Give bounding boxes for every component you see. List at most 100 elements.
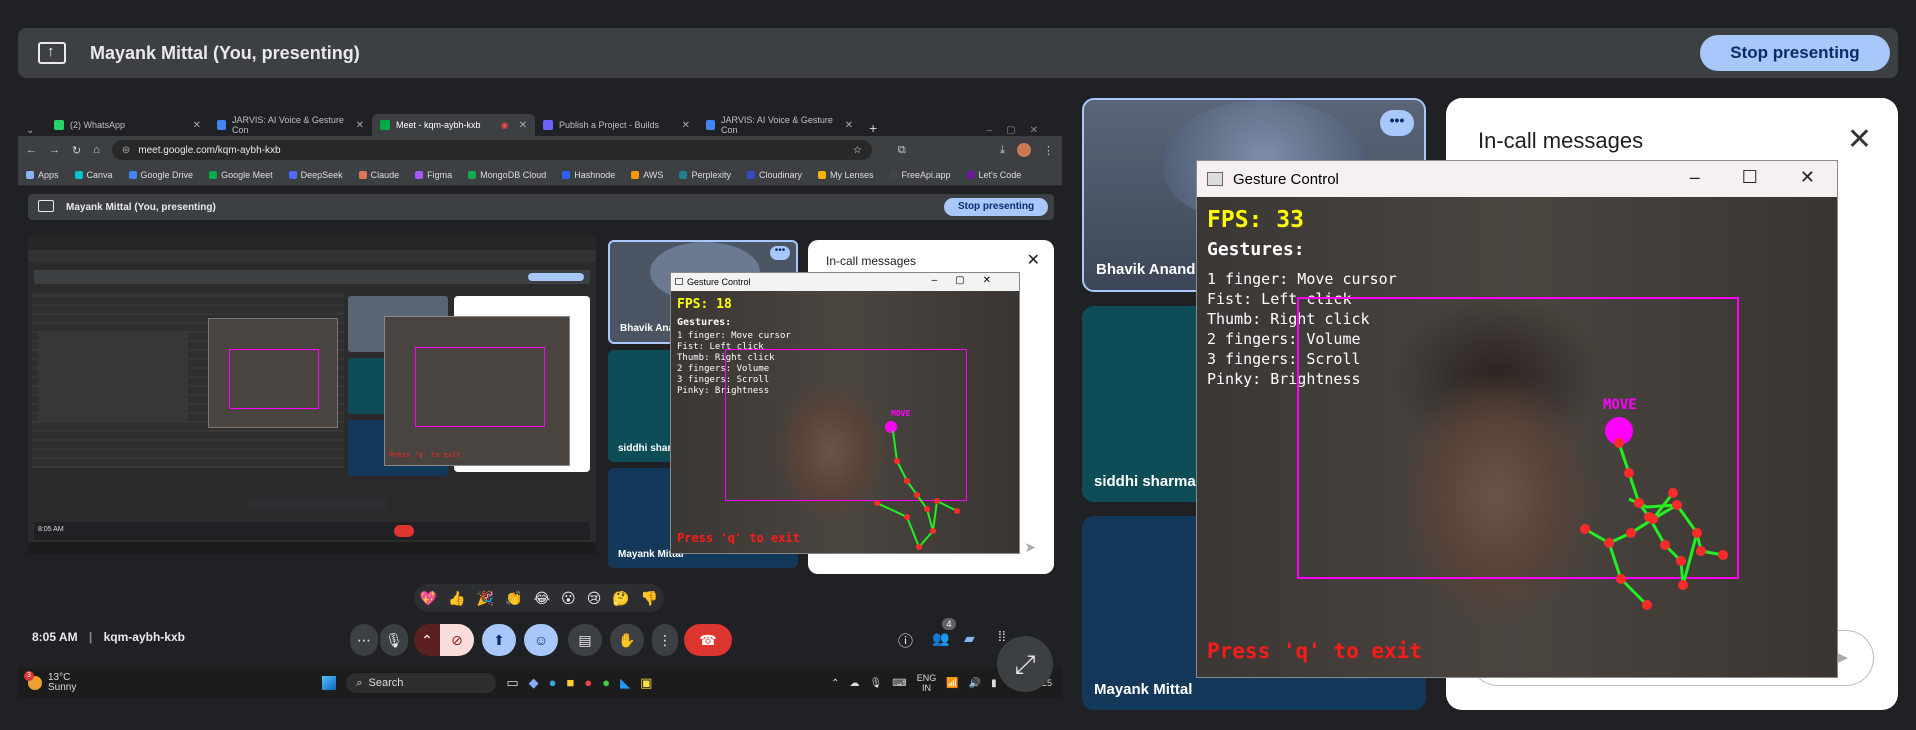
extensions-icon[interactable]: ⧉ bbox=[898, 144, 906, 157]
browser-tab[interactable]: JARVIS: AI Voice & Gesture Con ✕ bbox=[698, 114, 861, 136]
more-options-button[interactable]: ⋮ bbox=[652, 624, 678, 656]
weather-icon[interactable]: 3 bbox=[24, 671, 42, 690]
camera-options-button[interactable]: ⌃ bbox=[414, 624, 440, 656]
end-call-button[interactable]: ☎ bbox=[684, 624, 732, 656]
bookmark-item[interactable]: FreeApi.app bbox=[889, 170, 951, 180]
home-icon[interactable]: ⌂ bbox=[93, 144, 100, 156]
copilot-icon[interactable]: ◆ bbox=[529, 675, 539, 691]
camera-toggle-button[interactable]: ⊘ bbox=[440, 624, 474, 656]
more-options-icon[interactable]: ••• bbox=[770, 246, 790, 260]
back-icon[interactable]: ← bbox=[26, 144, 37, 156]
cloud-icon[interactable]: ☁ bbox=[850, 678, 860, 689]
profile-avatar[interactable] bbox=[1017, 143, 1031, 157]
reload-icon[interactable]: ↻ bbox=[72, 144, 81, 157]
folder-icon[interactable]: ■ bbox=[567, 675, 575, 691]
browser-tab[interactable]: Publish a Project - Builds ✕ bbox=[535, 114, 698, 136]
battery-icon[interactable]: ▮ bbox=[991, 678, 997, 689]
close-icon[interactable]: ✕ bbox=[682, 120, 690, 131]
mic-button[interactable]: 🎙 bbox=[380, 624, 408, 656]
present-button[interactable]: ⬆ bbox=[482, 624, 516, 656]
language-indicator[interactable]: ENG IN bbox=[917, 673, 937, 693]
edge-icon[interactable]: ● bbox=[549, 675, 557, 691]
close-icon[interactable]: ✕ bbox=[356, 120, 364, 131]
tab-search-icon[interactable]: ⌄ bbox=[26, 125, 46, 136]
captions-button[interactable]: ▤ bbox=[568, 624, 602, 656]
browser-tab[interactable]: JARVIS: AI Voice & Gesture Con ✕ bbox=[209, 114, 372, 136]
bookmark-item[interactable]: Perplexity bbox=[679, 170, 731, 180]
minimize-icon[interactable]: – bbox=[1690, 167, 1700, 188]
raise-hand-button[interactable]: ✋ bbox=[610, 624, 644, 656]
people-icon[interactable]: 👥 bbox=[932, 630, 949, 647]
close-icon[interactable]: ✕ bbox=[845, 120, 853, 131]
chevron-up-icon[interactable]: ⌃ bbox=[831, 678, 839, 689]
keyboard-icon[interactable]: ⌨ bbox=[892, 678, 906, 689]
volume-icon[interactable]: 🔊 bbox=[969, 678, 981, 689]
address-input[interactable]: ⊜ meet.google.com/kqm-aybh-kxb ☆ bbox=[111, 140, 872, 160]
chat-icon[interactable]: ▰ bbox=[964, 630, 975, 647]
bookmark-item[interactable]: Figma bbox=[415, 170, 452, 180]
bookmark-item[interactable]: Google Meet bbox=[209, 170, 273, 180]
gesture-control-window[interactable]: Gesture Control – ☐ ✕ FPS: 33 Gestures: … bbox=[1196, 160, 1838, 678]
new-tab-icon[interactable]: + bbox=[869, 120, 877, 136]
windows-start-icon[interactable] bbox=[322, 676, 337, 690]
emoji-reaction-button[interactable]: 🎉 bbox=[477, 590, 494, 607]
stop-presenting-button[interactable]: Stop presenting bbox=[1700, 35, 1890, 71]
activities-icon[interactable]: ⁞⁞ bbox=[998, 628, 1006, 644]
bookmark-item[interactable]: Canva bbox=[74, 170, 113, 180]
close-icon[interactable]: ✕ bbox=[1027, 250, 1040, 270]
wifi-icon[interactable]: 📶 bbox=[946, 678, 958, 689]
forward-icon[interactable]: → bbox=[49, 144, 60, 156]
recursive-press-q: Press 'q' to exit bbox=[389, 451, 461, 459]
emoji-reaction-button[interactable]: 👍 bbox=[448, 590, 465, 607]
emoji-reaction-button[interactable]: 😢 bbox=[587, 590, 602, 607]
inner-stop-presenting-button[interactable]: Stop presenting bbox=[944, 198, 1048, 216]
app-icon bbox=[1207, 172, 1223, 186]
taskbar-search-input[interactable]: ⌕ Search bbox=[346, 673, 497, 693]
inner-gesture-window[interactable]: Gesture Control –▢✕ FPS: 18 Gestures: 1 … bbox=[670, 272, 1020, 554]
bookmark-item[interactable]: DeepSeek bbox=[288, 170, 343, 180]
close-icon[interactable]: ✕ bbox=[193, 120, 201, 131]
close-icon[interactable]: ✕ bbox=[1800, 167, 1815, 188]
expand-fullscreen-button[interactable]: ⤢ bbox=[997, 636, 1053, 692]
emoji-reaction-button[interactable]: 🤔 bbox=[612, 590, 629, 607]
close-icon[interactable]: ✕ bbox=[519, 120, 527, 131]
bookmark-item[interactable]: Let's Code bbox=[966, 170, 1021, 180]
bookmark-item[interactable]: Google Drive bbox=[128, 170, 193, 180]
recursive-roi bbox=[415, 347, 545, 427]
bookmark-item[interactable]: Claude bbox=[358, 170, 399, 180]
chrome-profile-icon[interactable]: ● bbox=[602, 675, 610, 691]
python-app-icon[interactable]: ▣ bbox=[640, 675, 652, 691]
bookmark-item[interactable]: MongoDB Cloud bbox=[468, 170, 546, 180]
emoji-reaction-button[interactable]: 😂 bbox=[534, 590, 550, 607]
star-icon[interactable]: ☆ bbox=[853, 145, 862, 156]
bookmark-item[interactable]: AWS bbox=[631, 170, 663, 180]
maximize-icon[interactable]: ☐ bbox=[1742, 167, 1758, 188]
mic-tray-icon[interactable]: 🎙 bbox=[870, 678, 883, 689]
info-icon[interactable]: ⓘ bbox=[898, 630, 913, 651]
vscode-icon[interactable]: ◣ bbox=[620, 675, 630, 691]
window-controls-icon[interactable]: –▢✕ bbox=[932, 275, 1009, 286]
download-icon[interactable]: ⤓ bbox=[1000, 144, 1005, 157]
menu-icon[interactable]: ⋮ bbox=[1043, 144, 1054, 157]
weather-widget[interactable]: 13°C Sunny bbox=[48, 673, 76, 693]
bookmark-item[interactable]: My Lenses bbox=[817, 170, 874, 180]
bookmark-item[interactable]: Apps bbox=[26, 170, 59, 180]
bookmark-item[interactable]: Hashnode bbox=[562, 170, 615, 180]
emoji-reaction-button[interactable]: 👏 bbox=[505, 590, 522, 607]
browser-tab-active[interactable]: Meet - kqm-aybh-kxb ◉ ✕ bbox=[372, 114, 535, 136]
task-view-icon[interactable]: ▭ bbox=[506, 675, 518, 691]
close-icon[interactable]: ✕ bbox=[1847, 122, 1872, 157]
more-controls-button[interactable]: ⋯ bbox=[350, 624, 378, 656]
site-info-icon[interactable]: ⊜ bbox=[122, 145, 130, 156]
emoji-reaction-button[interactable]: 👎 bbox=[641, 590, 658, 607]
emoji-button[interactable]: ☺ bbox=[524, 624, 558, 656]
chrome-icon[interactable]: ● bbox=[584, 675, 592, 691]
emoji-reaction-button[interactable]: 💖 bbox=[420, 590, 437, 607]
emoji-reaction-button[interactable]: 😮 bbox=[561, 590, 576, 607]
browser-tab[interactable]: (2) WhatsApp ✕ bbox=[46, 114, 209, 136]
bookmark-item[interactable]: Cloudinary bbox=[746, 170, 802, 180]
more-options-icon[interactable]: ••• bbox=[1380, 110, 1414, 136]
send-icon[interactable]: ➤ bbox=[1024, 539, 1036, 556]
gesture-titlebar[interactable]: Gesture Control – ☐ ✕ bbox=[1197, 161, 1837, 197]
window-controls-icon[interactable]: –▢✕ bbox=[987, 125, 1062, 136]
